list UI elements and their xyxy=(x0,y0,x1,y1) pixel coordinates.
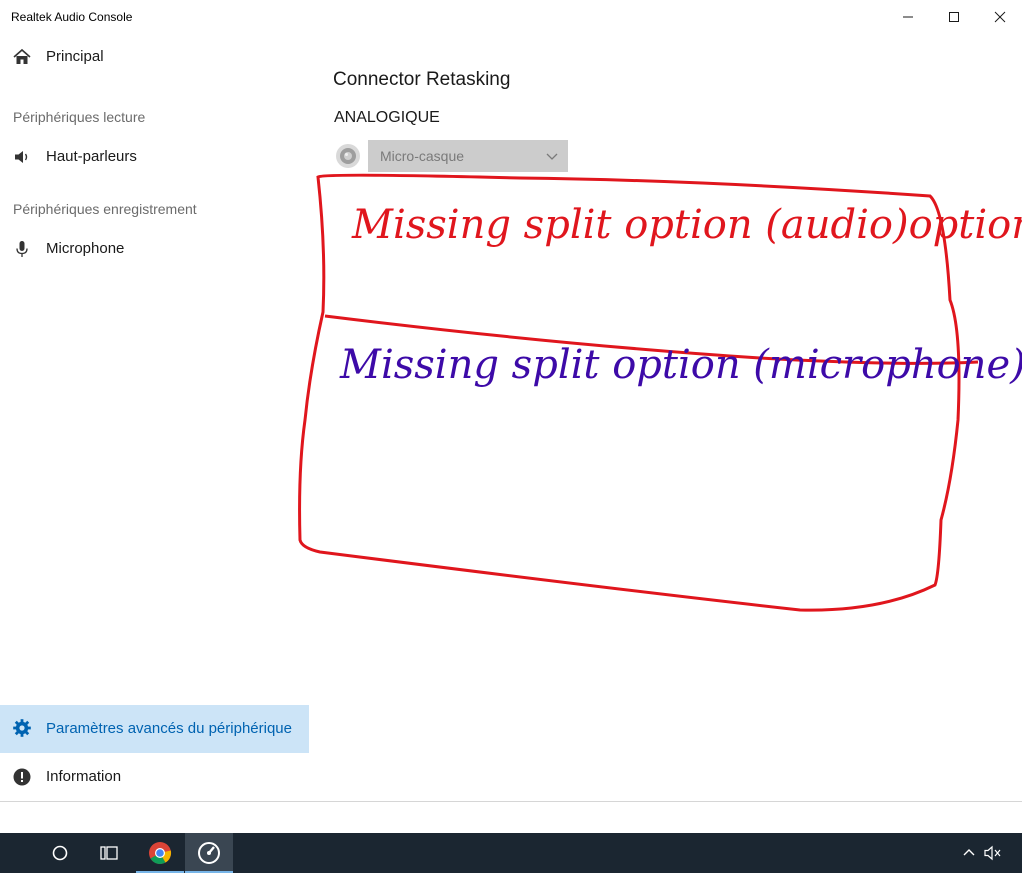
recording-section-header: Périphériques enregistrement xyxy=(13,201,197,217)
search-circle-icon xyxy=(52,845,68,861)
page-title: Connector Retasking xyxy=(333,69,511,90)
close-button[interactable] xyxy=(977,0,1022,34)
main-content: Connector Retasking ANALOGIQUE Micro-cas… xyxy=(309,34,1022,801)
gear-icon xyxy=(12,718,32,738)
minimize-icon xyxy=(903,16,913,18)
sidebar-item-label: Information xyxy=(46,768,122,785)
sidebar-item-speakers[interactable]: Haut-parleurs xyxy=(0,134,309,180)
close-icon xyxy=(994,11,1006,23)
sidebar-item-label: Microphone xyxy=(46,240,125,257)
sidebar-item-microphone[interactable]: Microphone xyxy=(0,226,309,272)
title-bar[interactable]: Realtek Audio Console xyxy=(0,0,1022,34)
sidebar-item-label: Haut-parleurs xyxy=(46,148,137,165)
analog-section-label: ANALOGIQUE xyxy=(334,109,440,126)
dropdown-value: Micro-casque xyxy=(380,148,465,164)
taskbar xyxy=(0,833,1022,873)
taskbar-chrome-button[interactable] xyxy=(136,833,184,873)
chrome-icon xyxy=(149,842,172,864)
audio-jack-icon xyxy=(335,143,361,169)
app-title: Realtek Audio Console xyxy=(11,10,133,24)
sidebar-item-label: Principal xyxy=(46,48,104,65)
sidebar-item-principal[interactable]: Principal xyxy=(0,34,309,80)
minimize-button[interactable] xyxy=(885,0,931,34)
tray-volume-button[interactable] xyxy=(981,833,1005,873)
taskbar-search-button[interactable] xyxy=(36,833,84,873)
connector-type-dropdown[interactable]: Micro-casque xyxy=(368,140,568,172)
speaker-icon xyxy=(12,147,32,167)
taskbar-task-view-button[interactable] xyxy=(85,833,133,873)
taskbar-realtek-button[interactable] xyxy=(185,833,233,873)
volume-muted-icon xyxy=(984,845,1001,861)
info-icon xyxy=(12,767,32,787)
task-view-icon xyxy=(100,846,118,860)
realtek-console-icon xyxy=(198,842,220,864)
sidebar-item-advanced-settings[interactable]: Paramètres avancés du périphérique xyxy=(0,705,309,753)
tray-overflow-button[interactable] xyxy=(957,833,981,873)
maximize-icon xyxy=(949,12,959,22)
chevron-down-icon xyxy=(546,153,558,160)
sidebar-item-information[interactable]: Information xyxy=(0,754,309,800)
app-window: Realtek Audio Console Principal Périphér… xyxy=(0,0,1022,801)
chevron-up-icon xyxy=(963,849,975,856)
sidebar-item-label: Paramètres avancés du périphérique xyxy=(46,720,292,737)
maximize-button[interactable] xyxy=(931,0,977,34)
home-icon xyxy=(12,47,32,67)
microphone-icon xyxy=(12,239,32,259)
playback-section-header: Périphériques lecture xyxy=(13,109,146,125)
sidebar: Principal Périphériques lecture Haut-par… xyxy=(0,34,309,801)
desktop-strip xyxy=(0,801,1022,834)
